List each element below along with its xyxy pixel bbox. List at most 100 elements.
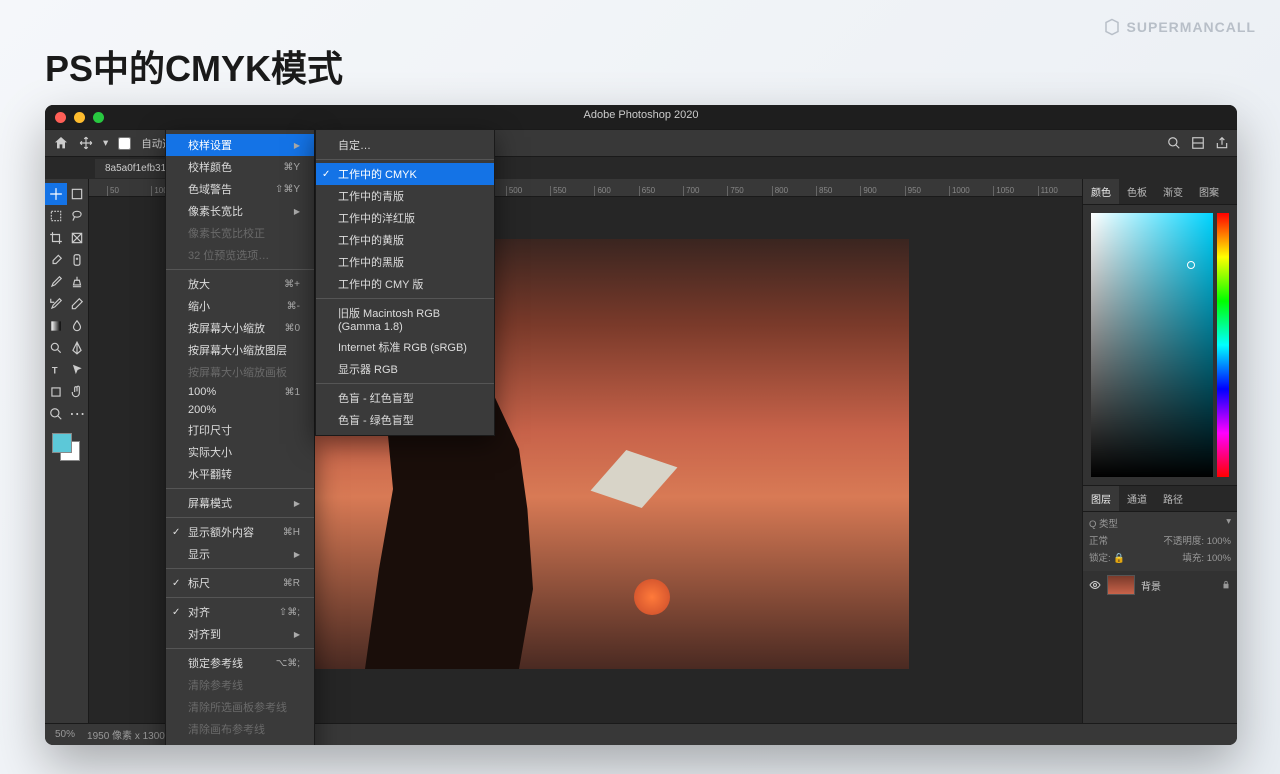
marquee-tool[interactable] (45, 205, 67, 227)
workspace-icon[interactable] (1191, 136, 1205, 150)
artboard-tool[interactable] (67, 183, 89, 205)
stamp-tool[interactable] (67, 271, 89, 293)
layer-row-background[interactable]: 背景 (1083, 571, 1237, 599)
layer-name: 背景 (1141, 578, 1161, 593)
close-button[interactable] (55, 112, 66, 123)
minimize-button[interactable] (74, 112, 85, 123)
menu-item[interactable]: 水平翻转 (166, 463, 314, 485)
edit-toolbar[interactable]: ⋯ (67, 403, 89, 425)
zoom-tool[interactable] (45, 403, 67, 425)
menu-item[interactable]: 显示额外内容⌘H (166, 521, 314, 543)
path-select-tool[interactable] (67, 359, 89, 381)
menu-item[interactable]: 色盲 - 绿色盲型 (316, 409, 494, 431)
menu-item[interactable]: Internet 标准 RGB (sRGB) (316, 336, 494, 358)
panel-tab[interactable]: 通道 (1119, 486, 1155, 511)
pen-tool[interactable] (67, 337, 89, 359)
panels: 颜色色板渐变图案 图层通道路径 Q 类型▾ 正常不透明度: 100% 锁定: 🔒… (1082, 179, 1237, 723)
shape-tool[interactable] (45, 381, 67, 403)
panel-tab[interactable]: 渐变 (1155, 179, 1191, 204)
visibility-icon[interactable] (1089, 579, 1101, 591)
menu-item: 清除所选画板参考线 (166, 696, 314, 718)
panel-tab[interactable]: 路径 (1155, 486, 1191, 511)
menu-item[interactable]: 色域警告⇧⌘Y (166, 178, 314, 200)
layer-kind-filter[interactable]: Q 类型 (1089, 516, 1118, 530)
menu-item: 像素长宽比校正 (166, 222, 314, 244)
menu-item[interactable]: 100%⌘1 (166, 383, 314, 401)
zoom-level[interactable]: 50% (55, 729, 75, 740)
crop-tool[interactable] (45, 227, 67, 249)
menu-item[interactable]: 新建参考线… (166, 740, 314, 745)
menu-item[interactable]: 工作中的青版 (316, 185, 494, 207)
menu-item[interactable]: 工作中的黑版 (316, 251, 494, 273)
move-tool-icon (79, 136, 93, 150)
menu-item[interactable]: 像素长宽比▶ (166, 200, 314, 222)
svg-text:T: T (52, 366, 58, 376)
share-icon[interactable] (1215, 136, 1229, 150)
menu-item: 按屏幕大小缩放画板 (166, 361, 314, 383)
blend-mode-select[interactable]: 正常 (1089, 533, 1108, 547)
lasso-tool[interactable] (67, 205, 89, 227)
page-title: PS中的CMYK模式 (0, 0, 1280, 92)
menu-item[interactable]: 色盲 - 红色盲型 (316, 387, 494, 409)
panel-tab[interactable]: 颜色 (1083, 179, 1119, 204)
menu-item[interactable]: 校样颜色⌘Y (166, 156, 314, 178)
color-panel-tabs: 颜色色板渐变图案 (1083, 179, 1237, 205)
healing-tool[interactable] (67, 249, 89, 271)
layer-thumbnail (1107, 575, 1135, 595)
menu-item[interactable]: 显示▶ (166, 543, 314, 565)
menu-item[interactable]: 200% (166, 401, 314, 419)
document-tab[interactable]: 8a5a0f1efb31 (95, 159, 176, 178)
type-tool[interactable]: T (45, 359, 67, 381)
menu-item[interactable]: 放大⌘+ (166, 273, 314, 295)
menu-item[interactable]: 工作中的 CMYK (316, 163, 494, 185)
menu-item[interactable]: 打印尺寸 (166, 419, 314, 441)
menu-item[interactable]: 工作中的洋红版 (316, 207, 494, 229)
menu-item[interactable]: 按屏幕大小缩放⌘0 (166, 317, 314, 339)
menu-item[interactable]: 工作中的 CMY 版 (316, 273, 494, 295)
menu-item[interactable]: 对齐⇧⌘; (166, 601, 314, 623)
menu-item[interactable]: 缩小⌘- (166, 295, 314, 317)
auto-select-checkbox[interactable] (118, 137, 131, 150)
hand-tool[interactable] (67, 381, 89, 403)
toolbox: T ⋯ (45, 179, 89, 723)
move-tool[interactable] (45, 183, 67, 205)
menu-item[interactable]: 工作中的黄版 (316, 229, 494, 251)
maximize-button[interactable] (93, 112, 104, 123)
panel-tab[interactable]: 图层 (1083, 486, 1119, 511)
frame-tool[interactable] (67, 227, 89, 249)
menu-item[interactable]: 校样设置▶ (166, 134, 314, 156)
menu-item[interactable]: 按屏幕大小缩放图层 (166, 339, 314, 361)
menu-item[interactable]: 自定… (316, 134, 494, 156)
layers-panel-tabs: 图层通道路径 (1083, 486, 1237, 512)
watermark: SUPERMANCALL (1103, 18, 1256, 36)
brush-tool[interactable] (45, 271, 67, 293)
history-brush-tool[interactable] (45, 293, 67, 315)
menu-item[interactable]: 锁定参考线⌥⌘; (166, 652, 314, 674)
menu-item[interactable]: 实际大小 (166, 441, 314, 463)
menu-item[interactable]: 显示器 RGB (316, 358, 494, 380)
proof-setup-submenu: 自定… 工作中的 CMYK工作中的青版工作中的洋红版工作中的黄版工作中的黑版工作中… (315, 129, 495, 436)
search-icon[interactable] (1167, 136, 1181, 150)
menu-item[interactable]: 旧版 Macintosh RGB (Gamma 1.8) (316, 302, 494, 336)
lock-icon (1221, 580, 1231, 590)
color-picker[interactable] (1083, 205, 1237, 485)
menu-item: 清除参考线 (166, 674, 314, 696)
layers-panel: 图层通道路径 Q 类型▾ 正常不透明度: 100% 锁定: 🔒填充: 100% … (1083, 485, 1237, 599)
color-swatches[interactable] (52, 433, 80, 461)
blur-tool[interactable] (67, 315, 89, 337)
dodge-tool[interactable] (45, 337, 67, 359)
view-menu: 校样设置▶校样颜色⌘Y色域警告⇧⌘Y像素长宽比▶像素长宽比校正32 位预览选项…… (165, 129, 315, 745)
menu-item: 32 位预览选项… (166, 244, 314, 266)
gradient-tool[interactable] (45, 315, 67, 337)
panel-tab[interactable]: 色板 (1119, 179, 1155, 204)
eyedropper-tool[interactable] (45, 249, 67, 271)
eraser-tool[interactable] (67, 293, 89, 315)
menu-item[interactable]: 标尺⌘R (166, 572, 314, 594)
menu-item[interactable]: 对齐到▶ (166, 623, 314, 645)
panel-tab[interactable]: 图案 (1191, 179, 1227, 204)
app-title: Adobe Photoshop 2020 (584, 109, 699, 121)
photoshop-window: Adobe Photoshop 2020 ▾ 自动选择: 8a5a0f1efb3… (45, 105, 1237, 745)
home-icon[interactable] (53, 135, 69, 151)
menu-item[interactable]: 屏幕模式▶ (166, 492, 314, 514)
menu-item: 清除画布参考线 (166, 718, 314, 740)
